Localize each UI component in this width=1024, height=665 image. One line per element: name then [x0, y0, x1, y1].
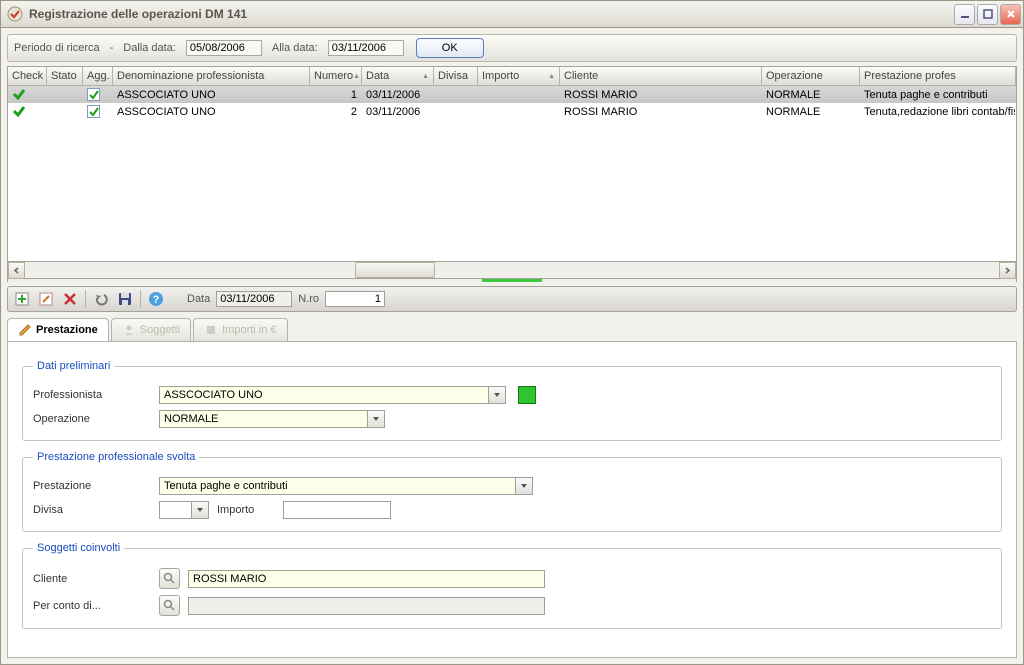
- titlebar: Registrazione delle operazioni DM 141: [0, 0, 1024, 28]
- alla-data-label: Alla data:: [272, 42, 318, 54]
- legend-dati-preliminari: Dati preliminari: [33, 360, 114, 372]
- importo-input[interactable]: [283, 501, 391, 519]
- scroll-thumb[interactable]: [355, 262, 435, 278]
- col-denominazione[interactable]: Denominazione professionista: [113, 67, 310, 85]
- pencil-icon: [18, 323, 32, 337]
- col-data[interactable]: Data▲: [362, 67, 434, 85]
- prestazione-combo[interactable]: [159, 477, 533, 495]
- toolbar-data-label: Data: [187, 293, 210, 305]
- sort-icon: ▲: [353, 73, 360, 80]
- close-button[interactable]: [1000, 4, 1021, 25]
- search-period-bar: Periodo di ricerca - Dalla data: Alla da…: [7, 34, 1017, 62]
- sort-icon: ▲: [548, 73, 555, 80]
- toolbar-data-input[interactable]: [216, 291, 292, 307]
- chevron-down-icon[interactable]: [192, 501, 209, 519]
- toolbar-nro-input[interactable]: [325, 291, 385, 307]
- col-divisa[interactable]: Divisa: [434, 67, 478, 85]
- help-button[interactable]: ?: [147, 290, 165, 308]
- col-stato[interactable]: Stato: [47, 67, 83, 85]
- legend-prestazione-svolta: Prestazione professionale svolta: [33, 451, 199, 463]
- label-prestazione: Prestazione: [33, 480, 151, 492]
- operazione-combo[interactable]: [159, 410, 385, 428]
- horizontal-scrollbar[interactable]: [7, 262, 1017, 279]
- chevron-down-icon[interactable]: [368, 410, 385, 428]
- tab-soggetti[interactable]: Soggetti: [111, 318, 191, 341]
- ok-button[interactable]: OK: [416, 38, 484, 58]
- fieldset-dati-preliminari: Dati preliminari Professionista Operazio…: [22, 360, 1002, 441]
- col-agg[interactable]: Agg.: [83, 67, 113, 85]
- check-ok-icon: [12, 88, 26, 101]
- currency-icon: [204, 323, 218, 337]
- sort-icon: ▲: [422, 73, 429, 80]
- undo-button[interactable]: [92, 290, 110, 308]
- toolbar-nro-label: N.ro: [298, 293, 319, 305]
- people-icon: [122, 323, 136, 337]
- col-importo[interactable]: Importo▲: [478, 67, 560, 85]
- tab-prestazione[interactable]: Prestazione: [7, 318, 109, 341]
- fieldset-soggetti-coinvolti: Soggetti coinvolti Cliente Per conto di.…: [22, 542, 1002, 629]
- tab-importi[interactable]: Importi in €: [193, 318, 287, 341]
- chevron-down-icon[interactable]: [489, 386, 506, 404]
- check-ok-icon: [12, 105, 26, 118]
- search-conto-button[interactable]: [159, 595, 180, 616]
- col-cliente[interactable]: Cliente: [560, 67, 762, 85]
- scroll-right-icon[interactable]: [999, 262, 1016, 279]
- dalla-data-input[interactable]: [186, 40, 262, 56]
- col-numero[interactable]: Numero▲: [310, 67, 362, 85]
- dalla-data-label: Dalla data:: [123, 42, 176, 54]
- scroll-left-icon[interactable]: [8, 262, 25, 279]
- tabs-bar: Prestazione Soggetti Importi in €: [7, 318, 1017, 341]
- label-importo: Importo: [217, 504, 275, 516]
- table-row[interactable]: ASSCOCIATO UNO 2 03/11/2006 ROSSI MARIO …: [8, 103, 1016, 120]
- fieldset-prestazione-svolta: Prestazione professionale svolta Prestaz…: [22, 451, 1002, 532]
- save-button[interactable]: [116, 290, 134, 308]
- delete-button[interactable]: [61, 290, 79, 308]
- professionista-combo[interactable]: [159, 386, 506, 404]
- periodo-label: Periodo di ricerca: [14, 42, 100, 54]
- label-operazione: Operazione: [33, 413, 151, 425]
- record-toolbar: ? Data N.ro: [7, 286, 1017, 312]
- chevron-down-icon[interactable]: [516, 477, 533, 495]
- divisa-combo[interactable]: [159, 501, 209, 519]
- label-per-conto: Per conto di...: [33, 600, 151, 612]
- label-divisa: Divisa: [33, 504, 151, 516]
- status-square-icon[interactable]: [518, 386, 536, 404]
- label-professionista: Professionista: [33, 389, 151, 401]
- edit-button[interactable]: [37, 290, 55, 308]
- col-prestazione[interactable]: Prestazione profes: [860, 67, 1016, 85]
- per-conto-input[interactable]: [188, 597, 545, 615]
- alla-data-input[interactable]: [328, 40, 404, 56]
- agg-checkbox[interactable]: [87, 88, 100, 101]
- col-check[interactable]: Check: [8, 67, 47, 85]
- legend-soggetti-coinvolti: Soggetti coinvolti: [33, 542, 124, 554]
- agg-checkbox[interactable]: [87, 105, 100, 118]
- cliente-input[interactable]: [188, 570, 545, 588]
- col-operazione[interactable]: Operazione: [762, 67, 860, 85]
- window-title: Registrazione delle operazioni DM 141: [29, 7, 954, 21]
- prestazione-panel: Dati preliminari Professionista Operazio…: [7, 341, 1017, 658]
- label-cliente: Cliente: [33, 573, 151, 585]
- svg-text:?: ?: [153, 294, 160, 306]
- table-row[interactable]: ASSCOCIATO UNO 1 03/11/2006 ROSSI MARIO …: [8, 86, 1016, 103]
- search-cliente-button[interactable]: [159, 568, 180, 589]
- add-button[interactable]: [13, 290, 31, 308]
- grid-header: Check Stato Agg. Denominazione professio…: [8, 67, 1016, 86]
- operations-grid: Check Stato Agg. Denominazione professio…: [7, 66, 1017, 262]
- app-icon: [7, 6, 23, 22]
- maximize-button[interactable]: [977, 4, 998, 25]
- minimize-button[interactable]: [954, 4, 975, 25]
- splitter-bar[interactable]: [7, 279, 1017, 282]
